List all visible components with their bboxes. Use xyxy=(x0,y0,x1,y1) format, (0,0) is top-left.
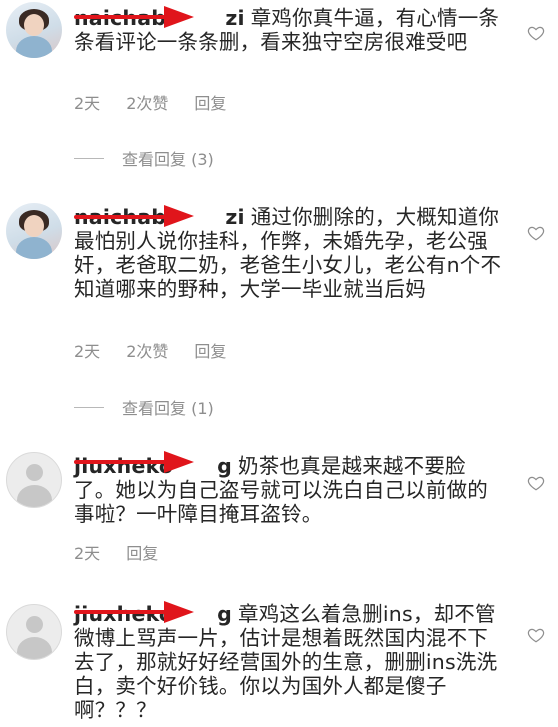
redaction-arrow xyxy=(164,6,194,28)
like-count[interactable]: 2次赞 xyxy=(126,90,168,114)
heart-outline-icon[interactable] xyxy=(527,224,545,242)
comment-text: naichabi zi 通过你删除的，大概知道你最怕别人说你挂科，作弊，未婚先孕，老… xyxy=(74,205,504,301)
redaction-arrow xyxy=(164,451,194,473)
avatar[interactable] xyxy=(6,452,62,508)
redaction-arrow xyxy=(164,601,194,623)
comment-time: 2天 xyxy=(74,342,101,361)
heart-outline-icon[interactable] xyxy=(527,24,545,42)
heart-outline-icon[interactable] xyxy=(527,474,545,492)
comment-text: jiuxheko g 奶茶也真是越来越不要脸了。她以为自己盗号就可以洗白自己以前做的… xyxy=(74,454,504,526)
like-count[interactable]: 2次赞 xyxy=(126,338,168,362)
divider-dash xyxy=(74,406,104,408)
redaction-line xyxy=(74,15,174,19)
reply-button[interactable]: 回复 xyxy=(126,540,158,564)
reply-button[interactable]: 回复 xyxy=(194,338,226,362)
comment-time: 2天 xyxy=(74,544,101,563)
comment-time: 2天 xyxy=(74,94,101,113)
avatar[interactable] xyxy=(6,604,62,660)
redaction-line xyxy=(74,610,174,614)
avatar[interactable] xyxy=(6,203,62,259)
redaction-line xyxy=(74,460,174,464)
divider-dash xyxy=(74,157,104,159)
view-replies-button[interactable]: 查看回复 (1) xyxy=(74,395,214,419)
comment-text: jiuxheko g 章鸡这么着急删ins，却不管微博上骂声一片，估计是想着既然国内… xyxy=(74,602,504,722)
heart-outline-icon[interactable] xyxy=(527,626,545,644)
reply-button[interactable]: 回复 xyxy=(194,90,226,114)
comment-text: naichabizi章鸡你真牛逼，有心情一条条看评论一条条删，看来独守空房很难受… xyxy=(74,6,504,54)
redaction-arrow xyxy=(164,205,194,227)
comment-meta: 2天 回复 xyxy=(74,540,158,564)
comment-meta: 2天 2次赞 回复 xyxy=(74,338,226,362)
username[interactable]: jiuxheko g xyxy=(74,454,232,478)
comment-meta: 2天 2次赞 回复 xyxy=(74,90,226,114)
redaction-line xyxy=(74,215,174,219)
view-replies-button[interactable]: 查看回复 (3) xyxy=(74,146,214,170)
username[interactable]: jiuxheko g xyxy=(74,602,232,626)
avatar[interactable] xyxy=(6,2,62,58)
